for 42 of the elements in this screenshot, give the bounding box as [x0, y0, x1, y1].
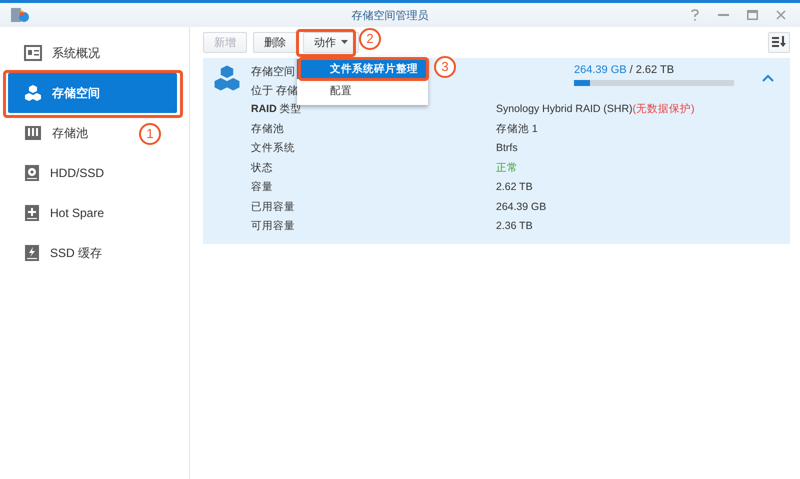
sort-button[interactable]	[768, 32, 790, 52]
property-label: 可用容量	[251, 219, 296, 234]
property-label: 状态	[251, 160, 274, 175]
property-label: 容量	[251, 180, 274, 194]
property-value: 正常	[496, 160, 519, 175]
minimize-icon[interactable]	[718, 14, 729, 16]
pool-icon	[24, 125, 42, 141]
step-number: 1	[139, 123, 161, 145]
app-logo-icon	[10, 6, 30, 24]
window-title: 存储空间管理员	[350, 8, 430, 22]
close-icon[interactable]	[776, 10, 786, 20]
sidebar-item[interactable]: Hot Spare	[8, 193, 116, 233]
property-value: Btrfs	[496, 141, 519, 156]
chevron-icon[interactable]	[762, 74, 774, 82]
volume-title: 存储空间	[251, 64, 295, 79]
sidebar-item[interactable]: 系统概况	[8, 33, 112, 73]
cubes-icon	[24, 84, 42, 102]
step-number: 2	[359, 28, 381, 50]
id-card-icon	[24, 45, 42, 61]
toolbar-button[interactable]: 动作	[303, 32, 359, 52]
property-label: 已用容量	[251, 200, 296, 214]
sidebar-item[interactable]: HDD/SSD	[8, 153, 116, 193]
sidebar-item[interactable]: SSD 缓存	[8, 233, 114, 273]
sidebar-item[interactable]: 存储池	[8, 113, 100, 153]
volume-location: 位于 存储	[251, 84, 298, 98]
sidebar-item[interactable]: 存储空间	[8, 73, 177, 113]
property-value: 2.62 TB	[496, 180, 534, 194]
help-icon[interactable]	[690, 9, 700, 21]
property-value: Synology Hybrid RAID (SHR)(无数据保护)	[496, 102, 696, 116]
maximize-icon[interactable]	[747, 10, 758, 20]
cubes-icon	[213, 64, 241, 92]
menu-item[interactable]: 配置	[297, 81, 428, 101]
property-value: 存储池 1	[496, 122, 539, 136]
sort-icon	[772, 36, 786, 48]
property-label: 存储池	[251, 122, 285, 136]
toolbar-button[interactable]: 删除	[253, 32, 297, 52]
plus-drive-icon	[24, 204, 40, 222]
usage-text: 264.39 GB / 2.62 TB	[574, 64, 676, 76]
property-label: 文件系统	[251, 141, 296, 156]
property-value: 2.36 TB	[496, 219, 534, 234]
property-value: 264.39 GB	[496, 200, 548, 214]
lightning-drive-icon	[24, 244, 40, 262]
